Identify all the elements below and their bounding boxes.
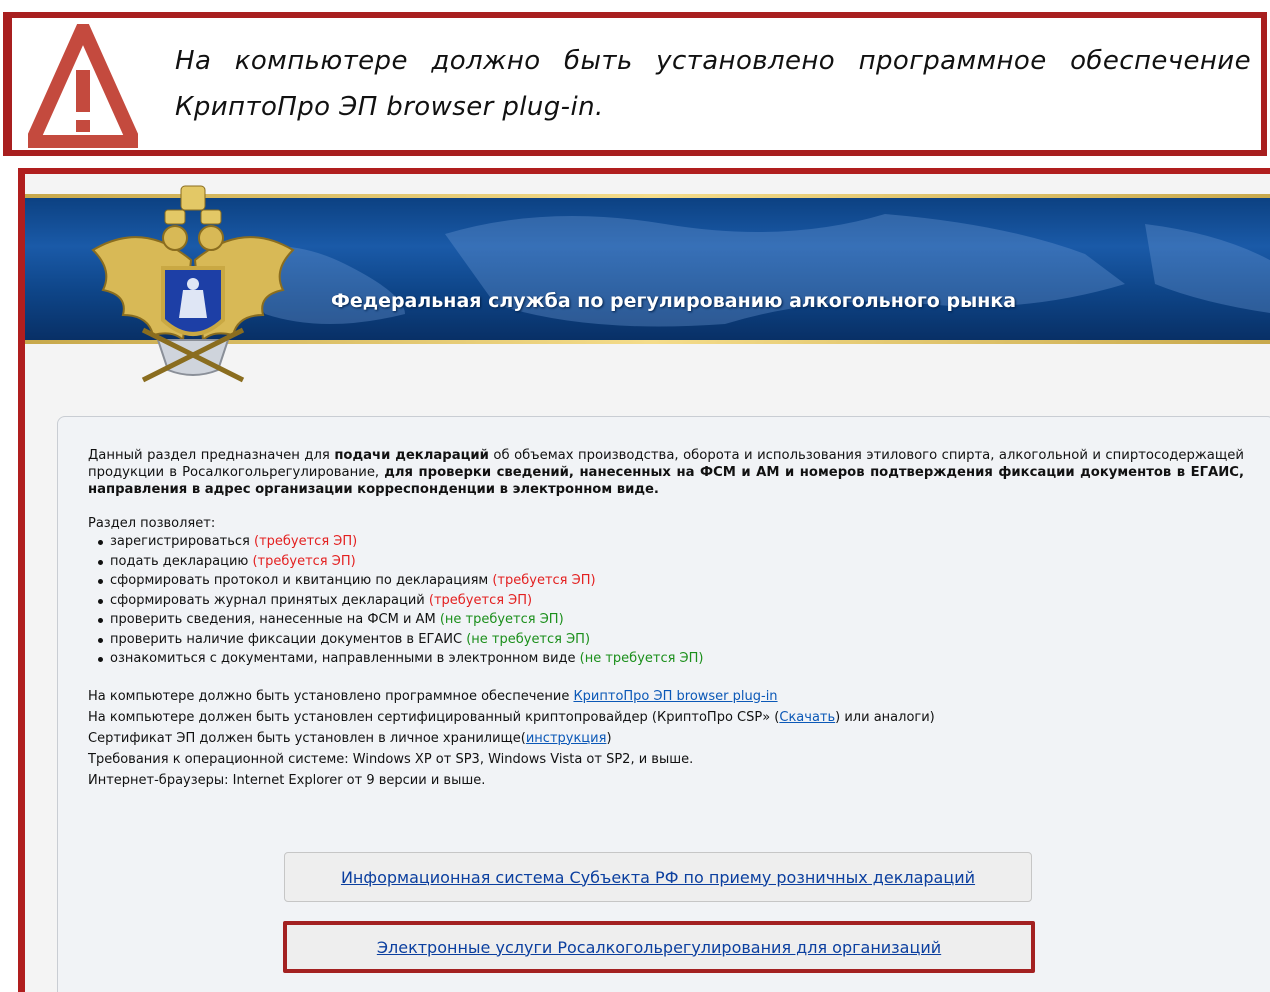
- status-required: (требуется ЭП): [428, 592, 533, 608]
- intro-text-1: Данный раздел предназначен для: [88, 448, 335, 463]
- organizations-services-button[interactable]: Электронные услуги Росалкогольрегулирова…: [283, 921, 1035, 973]
- page-frame: Федеральная служба по регулированию алко…: [18, 168, 1270, 992]
- list-item: проверить наличие фиксации документов в …: [98, 630, 1244, 650]
- requirement-csp: На компьютере должен быть установлен сер…: [88, 707, 1244, 728]
- warning-message: На компьютере должно быть установлено пр…: [175, 46, 1251, 122]
- feature-text: сформировать журнал принятых деклараций: [110, 592, 429, 608]
- page-title: Федеральная служба по регулированию алко…: [331, 290, 1017, 312]
- status-required: (требуется ЭП): [492, 573, 596, 588]
- requirement-text: На компьютере должен быть установлен сер…: [88, 709, 780, 725]
- feature-text: проверить сведения, нанесенные на ФСМ и …: [110, 612, 440, 627]
- requirement-text: ): [606, 730, 612, 746]
- plugin-link[interactable]: КриптоПро ЭП browser plug-in: [573, 689, 777, 704]
- intro-bold-1: подачи деклараций: [334, 448, 489, 463]
- requirement-certificate: Сертификат ЭП должен быть установлен в л…: [88, 728, 1244, 749]
- intro-paragraph: Данный раздел предназначен для подачи де…: [88, 447, 1244, 498]
- features-title: Раздел позволяет:: [88, 516, 216, 531]
- list-item: проверить сведения, нанесенные на ФСМ и …: [98, 610, 1244, 630]
- list-item: зарегистрироваться (требуется ЭП): [98, 532, 1244, 552]
- requirements-block: На компьютере должно быть установлено пр…: [88, 686, 1244, 791]
- requirement-os: Требования к операционной системе: Windo…: [88, 751, 694, 767]
- requirement-browsers: Интернет-браузеры: Internet Explorer от …: [88, 772, 486, 788]
- subject-declarations-button[interactable]: Информационная система Субъекта РФ по пр…: [284, 852, 1032, 902]
- status-not-required: (не требуется ЭП): [439, 612, 564, 627]
- list-item: ознакомиться с документами, направленным…: [98, 649, 1244, 669]
- features-list: зарегистрироваться (требуется ЭП) подать…: [98, 532, 1244, 669]
- coat-of-arms-emblem: [91, 185, 295, 383]
- list-item: сформировать журнал принятых деклараций …: [98, 591, 1244, 611]
- feature-text: зарегистрироваться: [110, 534, 254, 549]
- status-not-required: (не требуется ЭП): [579, 651, 704, 666]
- feature-text: сформировать протокол и квитанцию по дек…: [110, 573, 493, 588]
- status-not-required: (не требуется ЭП): [466, 631, 591, 647]
- warning-callout: На компьютере должно быть установлено пр…: [3, 12, 1267, 156]
- content-panel: Данный раздел предназначен для подачи де…: [57, 416, 1270, 992]
- requirement-text: ) или аналоги): [835, 709, 935, 725]
- requirement-text: На компьютере должно быть установлено пр…: [88, 688, 574, 704]
- feature-text: ознакомиться с документами, направленным…: [110, 651, 580, 666]
- download-link[interactable]: Скачать: [779, 710, 835, 725]
- list-item: подать декларацию (требуется ЭП): [98, 552, 1244, 572]
- status-required: (требуется ЭП): [254, 534, 358, 549]
- feature-text: подать декларацию: [110, 553, 253, 569]
- requirement-text: Сертификат ЭП должен быть установлен в л…: [88, 730, 526, 746]
- status-required: (требуется ЭП): [252, 553, 356, 569]
- instruction-link[interactable]: инструкция: [526, 731, 607, 746]
- warning-triangle-icon: [28, 24, 138, 148]
- requirement-plugin: На компьютере должно быть установлено пр…: [88, 686, 1244, 707]
- list-item: сформировать протокол и квитанцию по дек…: [98, 571, 1244, 591]
- feature-text: проверить наличие фиксации документов в …: [110, 631, 467, 647]
